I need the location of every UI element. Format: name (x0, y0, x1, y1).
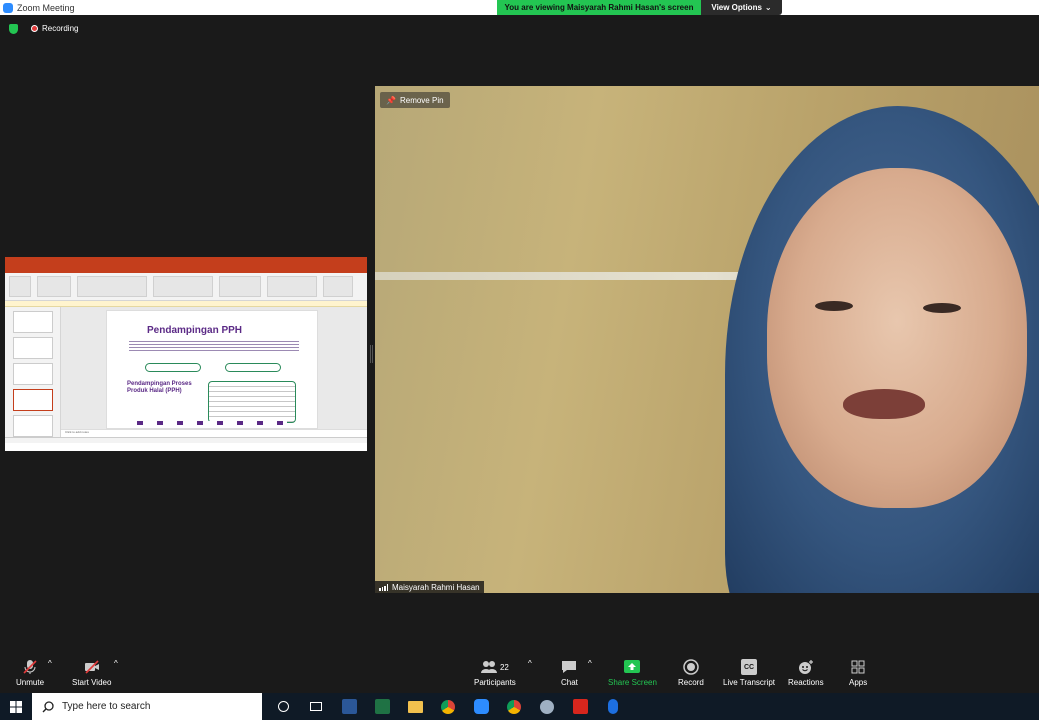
shared-screen-tile[interactable]: Pendampingan PPH Pendampingan Proses Pro… (5, 257, 367, 451)
file-explorer-icon[interactable] (403, 699, 427, 715)
record-icon (683, 659, 699, 675)
share-screen-button[interactable]: Share Screen (608, 659, 657, 687)
slide-thumbnail-selected (13, 389, 53, 411)
microphone-muted-icon (23, 660, 37, 674)
unmute-button[interactable]: Unmute (16, 659, 44, 687)
record-label: Record (678, 678, 704, 687)
excel-app-icon[interactable] (370, 699, 394, 715)
recording-label: Recording (42, 24, 79, 33)
chevron-down-icon: ⌄ (764, 3, 772, 12)
search-placeholder: Type here to search (62, 701, 151, 712)
participants-label: Participants (474, 678, 516, 687)
bluetooth-icon[interactable] (601, 699, 625, 715)
record-button[interactable]: Record (678, 659, 704, 687)
chat-icon (562, 661, 577, 673)
closed-caption-icon: CC (741, 659, 758, 675)
meeting-toolbar: Unmute ^ Start Video ^ 22 Participants ^… (0, 655, 1039, 693)
view-options-button[interactable]: View Options ⌄ (701, 0, 782, 15)
pinned-video[interactable] (375, 86, 1039, 593)
reactions-button[interactable]: Reactions (788, 659, 824, 687)
slide-thumbnails (5, 307, 61, 437)
remove-pin-button[interactable]: 📌 Remove Pin (380, 92, 450, 108)
view-options-label: View Options (711, 3, 762, 12)
participants-button[interactable]: 22 Participants (474, 659, 516, 687)
participant-eye (923, 303, 961, 313)
slide-pill-right (225, 363, 281, 372)
zoom-app-icon (3, 2, 13, 13)
slide-title: Pendampingan PPH (147, 325, 243, 336)
ppt-notes: Click to add notes (61, 429, 367, 437)
ppt-ribbon-tabs (5, 266, 367, 273)
task-view-icon[interactable] (304, 699, 328, 715)
participant-name-tag: Maisyarah Rahmi Hasan (375, 581, 484, 593)
reaction-smiley-icon (798, 660, 813, 674)
recording-indicator[interactable]: Recording (31, 24, 78, 33)
start-video-label: Start Video (72, 678, 112, 687)
taskbar-search-box[interactable]: Type here to search (32, 693, 262, 720)
slide-thumbnail (13, 311, 53, 333)
slide-subtitle: Pendampingan Proses Produk Halal (PPH) (127, 381, 192, 394)
participant-mouth (843, 389, 925, 419)
share-screen-label: Share Screen (608, 678, 657, 687)
chrome-icon[interactable] (436, 699, 460, 715)
apps-label: Apps (849, 678, 868, 687)
word-app-icon[interactable] (337, 699, 361, 715)
chrome-profile-icon[interactable] (502, 699, 526, 715)
participants-options-caret[interactable]: ^ (528, 659, 532, 668)
participant-face (767, 168, 1027, 508)
chat-options-caret[interactable]: ^ (588, 659, 592, 668)
share-screen-icon (624, 660, 641, 673)
slide-footer (137, 421, 287, 425)
app-icon[interactable] (535, 699, 559, 715)
split-view-handle[interactable] (370, 345, 373, 363)
ppt-ribbon (5, 273, 367, 301)
window-title: Zoom Meeting (17, 2, 75, 13)
video-options-caret[interactable]: ^ (114, 659, 118, 668)
slide-thumbnail (13, 363, 53, 385)
zoom-taskbar-icon[interactable] (469, 699, 493, 715)
cortana-icon[interactable] (271, 699, 295, 715)
chat-button[interactable]: Chat (561, 659, 578, 687)
live-transcript-button[interactable]: CC Live Transcript (723, 659, 775, 687)
slide-thumbnail (13, 337, 53, 359)
ppt-statusbar (5, 437, 367, 443)
ppt-titlebar (5, 257, 367, 266)
participants-icon (480, 661, 497, 673)
participant-eye (815, 301, 853, 311)
apps-button[interactable]: Apps (849, 659, 867, 687)
start-video-button[interactable]: Start Video (72, 659, 111, 687)
recording-dot-icon (31, 25, 38, 32)
live-transcript-label: Live Transcript (723, 678, 776, 687)
audio-options-caret[interactable]: ^ (48, 659, 52, 668)
slide-bullet-box (208, 381, 296, 423)
acrobat-icon[interactable] (568, 699, 592, 715)
search-icon (42, 700, 54, 712)
chat-label: Chat (561, 678, 578, 687)
remove-pin-label: Remove Pin (399, 95, 444, 105)
camera-off-icon (84, 660, 99, 674)
start-button[interactable] (0, 700, 32, 713)
reactions-label: Reactions (788, 678, 824, 687)
participants-count: 22 (499, 662, 509, 672)
signal-strength-icon (379, 583, 388, 591)
apps-icon (851, 660, 865, 674)
participant-name: Maisyarah Rahmi Hasan (392, 582, 480, 592)
ppt-workspace: Pendampingan PPH Pendampingan Proses Pro… (5, 307, 367, 437)
windows-taskbar: Type here to search (0, 693, 1039, 720)
slide-paragraph (129, 339, 299, 351)
current-slide: Pendampingan PPH Pendampingan Proses Pro… (106, 310, 318, 429)
unmute-label: Unmute (16, 678, 45, 687)
viewing-screen-banner: You are viewing Maisyarah Rahmi Hasan's … (497, 0, 701, 15)
pin-icon: 📌 (386, 95, 396, 105)
encryption-shield-icon[interactable] (9, 24, 18, 34)
slide-thumbnail (13, 415, 53, 437)
slide-pill-left (145, 363, 201, 372)
windows-logo-icon (10, 700, 22, 713)
